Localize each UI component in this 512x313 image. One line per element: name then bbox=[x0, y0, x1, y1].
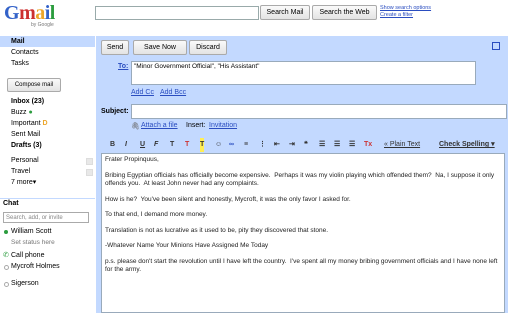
search-input[interactable] bbox=[95, 6, 259, 20]
more-labels-link[interactable]: 7 more▾ bbox=[11, 178, 36, 187]
link-icon[interactable]: ∞ bbox=[229, 138, 234, 152]
save-now-button[interactable]: Save Now bbox=[133, 40, 187, 55]
show-search-options-link[interactable]: Show search options bbox=[380, 5, 431, 12]
call-phone-link[interactable]: Call phone bbox=[11, 251, 44, 260]
chat-divider bbox=[0, 198, 95, 199]
align-right-icon[interactable]: ☰ bbox=[349, 138, 355, 152]
travel-color-chip[interactable] bbox=[86, 169, 93, 176]
search-mail-button[interactable]: Search Mail bbox=[260, 5, 310, 20]
quote-icon[interactable]: ❝ bbox=[304, 138, 308, 152]
font-size-icon[interactable]: T bbox=[170, 138, 174, 152]
nav-mail[interactable]: Mail bbox=[11, 37, 25, 46]
set-status-field[interactable]: Set status here bbox=[11, 238, 55, 247]
chat-title[interactable]: Chat bbox=[3, 200, 19, 207]
label-important[interactable]: Important D bbox=[11, 119, 48, 128]
font-icon[interactable]: F bbox=[154, 138, 158, 152]
compose-mail-button[interactable]: Compose mail bbox=[7, 78, 61, 92]
message-body[interactable]: Frater Propinquus, Bribing Egyptian offi… bbox=[101, 153, 505, 313]
align-center-icon[interactable]: ☰ bbox=[334, 138, 340, 152]
discard-button[interactable]: Discard bbox=[189, 40, 227, 55]
nav-tasks[interactable]: Tasks bbox=[11, 59, 29, 68]
search-links: Show search options Create a filter bbox=[380, 5, 431, 19]
to-field[interactable]: "Minor Government Official", "His Assist… bbox=[131, 61, 476, 85]
label-buzz[interactable]: Buzz ● bbox=[11, 108, 33, 117]
body-paragraph: Translation is not as lucrative as it us… bbox=[105, 226, 329, 234]
underline-icon[interactable]: U bbox=[140, 138, 145, 152]
chat-contact[interactable]: Mycroft Holmes bbox=[11, 262, 60, 271]
text-color-icon[interactable]: T bbox=[185, 138, 189, 152]
indent-more-icon[interactable]: ⇥ bbox=[289, 138, 295, 152]
plain-text-link[interactable]: « Plain Text bbox=[384, 138, 420, 152]
logo-byline: by Google bbox=[31, 22, 54, 28]
label-drafts[interactable]: Drafts (3) bbox=[11, 141, 42, 150]
online-status-icon bbox=[4, 230, 8, 234]
bulleted-list-icon[interactable]: ⋮ bbox=[259, 138, 266, 152]
body-paragraph: Bribing Egyptian officials has officiall… bbox=[105, 171, 496, 188]
emoticon-icon[interactable]: ☺ bbox=[215, 138, 222, 152]
attach-file-link[interactable]: Attach a file bbox=[141, 122, 178, 129]
body-paragraph: Frater Propinquus, bbox=[105, 156, 159, 163]
add-cc-link[interactable]: Add Cc bbox=[131, 89, 154, 96]
popout-icon[interactable] bbox=[492, 42, 500, 50]
indent-less-icon[interactable]: ⇤ bbox=[274, 138, 280, 152]
phone-icon: ✆ bbox=[3, 252, 9, 259]
numbered-list-icon[interactable]: ≡ bbox=[244, 138, 248, 152]
highlight-icon[interactable]: T bbox=[200, 138, 205, 152]
search-web-button[interactable]: Search the Web bbox=[312, 5, 377, 20]
label-personal[interactable]: Personal bbox=[11, 156, 39, 165]
body-paragraph: How is he? You've been silent and honest… bbox=[105, 195, 351, 203]
offline-status-icon bbox=[4, 265, 9, 270]
subject-field[interactable] bbox=[131, 104, 507, 119]
to-label[interactable]: To: bbox=[118, 63, 128, 70]
label-inbox[interactable]: Inbox (23) bbox=[11, 97, 44, 106]
gmail-logo[interactable]: Gmail by Google bbox=[4, 3, 60, 29]
chat-contact[interactable]: Sigerson bbox=[11, 279, 39, 288]
buzz-icon: ● bbox=[28, 109, 33, 116]
italic-icon[interactable]: I bbox=[125, 138, 127, 152]
label-sent[interactable]: Sent Mail bbox=[11, 130, 40, 139]
body-paragraph: p.s. please don't start the revolution u… bbox=[105, 257, 500, 274]
remove-formatting-icon[interactable]: Tx bbox=[364, 138, 372, 152]
paperclip-icon: 🖇 bbox=[131, 123, 140, 130]
check-spelling-link[interactable]: Check Spelling ▾ bbox=[439, 138, 495, 152]
nav-contacts[interactable]: Contacts bbox=[11, 48, 39, 57]
body-paragraph: To that end, I demand more money. bbox=[105, 211, 208, 218]
formatting-toolbar: B I U F T T T ☺ ∞ ≡ ⋮ ⇤ ⇥ ❝ ☰ ☰ ☰ Tx « P… bbox=[101, 138, 505, 152]
insert-label: Insert: bbox=[186, 122, 206, 129]
add-bcc-link[interactable]: Add Bcc bbox=[160, 89, 186, 96]
important-icon: D bbox=[42, 120, 48, 127]
chat-search-input[interactable]: Search, add, or invite bbox=[3, 212, 89, 223]
body-paragraph: -Whatever Name Your Minions Have Assigne… bbox=[105, 242, 269, 249]
chat-self-name[interactable]: William Scott bbox=[11, 227, 51, 236]
send-button[interactable]: Send bbox=[101, 40, 129, 55]
label-travel[interactable]: Travel bbox=[11, 167, 30, 176]
insert-invitation-link[interactable]: Invitation bbox=[209, 122, 237, 129]
subject-label: Subject: bbox=[101, 108, 129, 115]
bold-icon[interactable]: B bbox=[110, 138, 115, 152]
create-filter-link[interactable]: Create a filter bbox=[380, 12, 431, 19]
personal-color-chip[interactable] bbox=[86, 158, 93, 165]
align-left-icon[interactable]: ☰ bbox=[319, 138, 325, 152]
offline-status-icon bbox=[4, 282, 9, 287]
